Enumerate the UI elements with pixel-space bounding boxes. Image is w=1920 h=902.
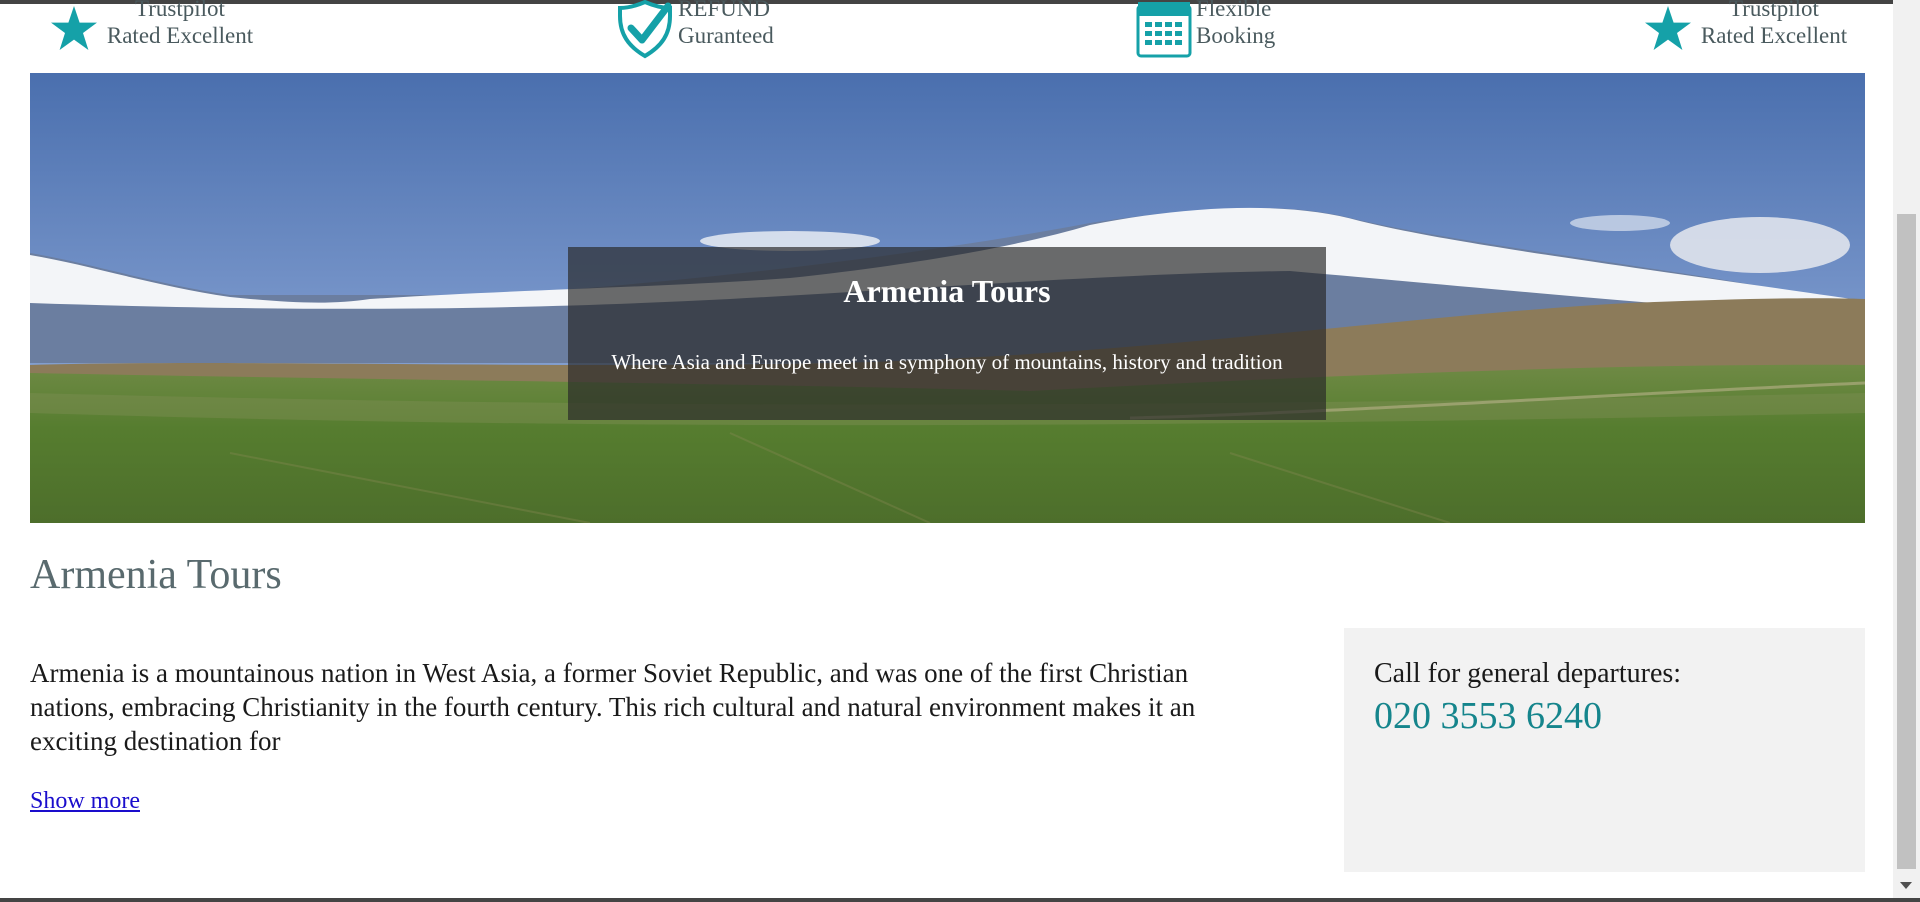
window-bottom-border (0, 898, 1920, 902)
trust-item-flexible: Flexible Booking (1136, 0, 1296, 60)
scroll-down-arrow-icon[interactable] (1900, 882, 1912, 889)
trust-line2: Rated Excellent (106, 23, 254, 48)
hero-subtitle: Where Asia and Europe meet in a symphony… (611, 350, 1283, 374)
trust-text: REFUND Guranteed (678, 0, 778, 49)
trust-text: Trustpilot Rated Excellent (1699, 0, 1849, 49)
trust-line1: Trustpilot (1729, 0, 1819, 21)
hero-caption: Armenia Tours Where Asia and Europe meet… (568, 247, 1326, 420)
trust-text: Trustpilot Rated Excellent (105, 0, 255, 49)
shield-check-icon (618, 0, 672, 59)
hero-title: Armenia Tours (843, 273, 1051, 309)
trust-line2: Guranteed (678, 23, 774, 48)
trust-line1: REFUND (678, 0, 771, 21)
contact-label: Call for general departures: (1374, 658, 1682, 689)
trust-line1: Trustpilot (135, 0, 225, 21)
calendar-icon (1136, 2, 1192, 58)
contact-panel: Call for general departures: 020 3553 62… (1344, 628, 1865, 872)
vertical-scrollbar[interactable] (1893, 0, 1920, 902)
hero-banner: Armenia Tours Where Asia and Europe meet… (30, 73, 1865, 523)
star-icon (51, 6, 97, 50)
trust-text: Flexible Booking (1196, 0, 1286, 49)
scrollbar-thumb[interactable] (1897, 214, 1916, 869)
contact-phone-link[interactable]: 020 3553 6240 (1374, 694, 1602, 738)
intro-paragraph: Armenia is a mountainous nation in West … (30, 658, 1196, 756)
trust-line1: Flexible (1196, 0, 1272, 21)
trust-bar: Trustpilot Rated Excellent REFUND Gurant… (0, 0, 1893, 73)
star-icon (1645, 6, 1691, 50)
trust-item-trustpilot: Trustpilot Rated Excellent (50, 0, 270, 60)
trust-line2: Booking (1196, 23, 1276, 48)
trust-item-trustpilot: Trustpilot Rated Excellent (1644, 0, 1864, 60)
trust-line2: Rated Excellent (1700, 23, 1848, 48)
show-more-link[interactable]: Show more (30, 788, 140, 815)
trust-item-refund: REFUND Guranteed (616, 0, 796, 60)
page-title: Armenia Tours (30, 552, 282, 598)
